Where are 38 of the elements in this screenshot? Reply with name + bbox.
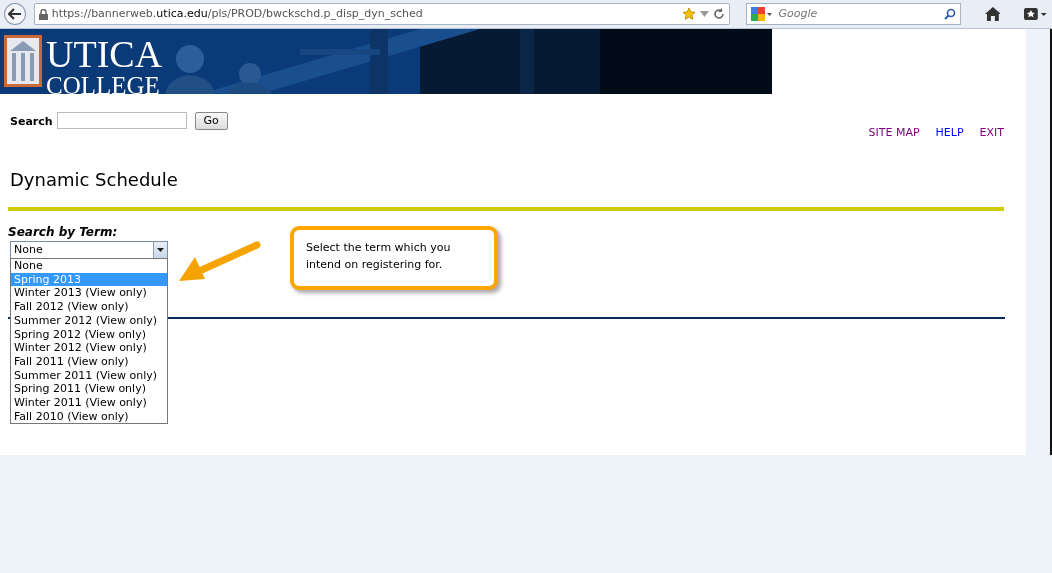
google-logo-icon [750, 7, 773, 21]
term-option[interactable]: Winter 2012 (View only) [11, 341, 167, 355]
caret-icon [157, 248, 164, 252]
bookmarks-icon[interactable] [1024, 7, 1048, 21]
term-option[interactable]: Spring 2011 (View only) [11, 382, 167, 397]
term-option[interactable]: Winter 2011 (View only) [11, 396, 167, 410]
address-field[interactable]: https://bannerweb.utica.edu/pls/PROD/bwckschd.p_disp_dyn_sched [33, 3, 730, 25]
nav-link[interactable]: HELP [935, 125, 964, 161]
search-icon[interactable] [943, 8, 956, 20]
logo-text: UTICA [46, 35, 163, 73]
star-icon[interactable] [681, 7, 696, 21]
search-bar[interactable]: Google [745, 3, 961, 25]
go-button[interactable]: Go [194, 112, 228, 130]
term-option[interactable]: Summer 2012 (View only) [11, 313, 167, 328]
building-columns-icon [4, 35, 42, 87]
term-select[interactable]: None [10, 241, 168, 259]
term-option[interactable]: Spring 2012 (View only) [11, 327, 167, 342]
term-option[interactable]: None [11, 259, 167, 273]
term-option[interactable]: Fall 2012 (View only) [11, 300, 167, 314]
dropdown-icon[interactable] [699, 11, 709, 17]
back-arrow-icon [7, 8, 22, 20]
home-icon[interactable] [984, 7, 1001, 21]
search-label: Search [10, 114, 53, 130]
nav-link[interactable]: EXIT [979, 125, 1004, 161]
term-option[interactable]: Fall 2011 (View only) [11, 354, 167, 369]
search-field[interactable]: Google [776, 4, 940, 24]
term-option[interactable]: Summer 2011 (View only) [11, 368, 167, 383]
lock-icon [38, 8, 48, 20]
term-label: Search by Term: [8, 224, 119, 241]
logo-text: COLLEGE [46, 73, 161, 94]
reload-icon[interactable] [712, 8, 725, 20]
search-field[interactable] [56, 112, 187, 129]
term-option[interactable]: Fall 2010 (View only) [11, 409, 167, 424]
term-option[interactable]: Winter 2013 (View only) [11, 286, 167, 301]
callout-text: Select the term which you intend on registering for. [290, 226, 498, 290]
nav-link[interactable]: SITE MAP [868, 125, 920, 161]
page-title: Dynamic Schedule [10, 169, 179, 191]
back-button[interactable] [4, 3, 26, 25]
